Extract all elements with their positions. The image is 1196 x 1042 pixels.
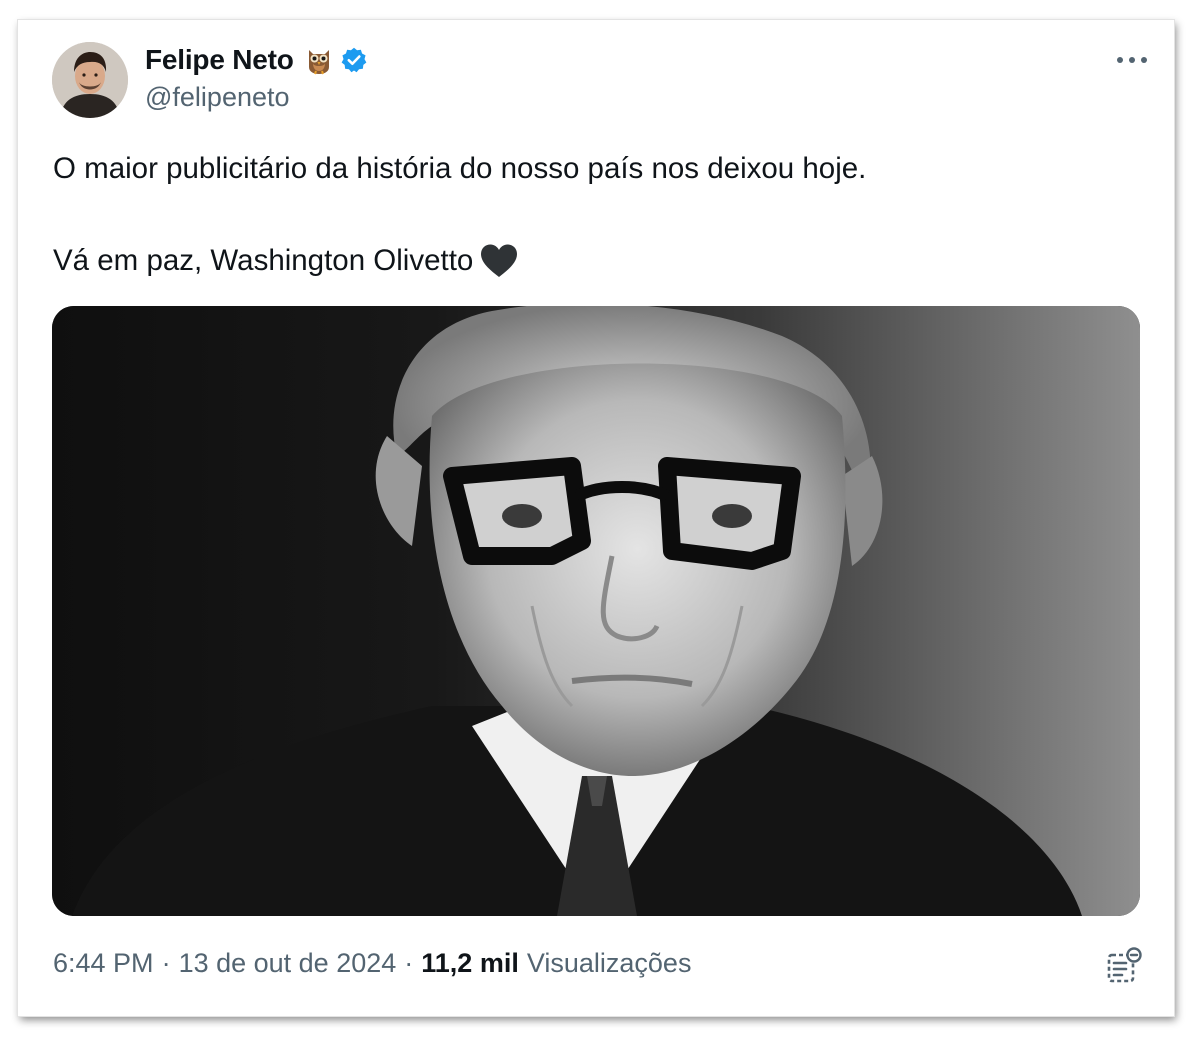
author-handle[interactable]: @felipeneto bbox=[145, 82, 290, 113]
avatar[interactable] bbox=[52, 42, 128, 118]
views-count: 11,2 mil bbox=[421, 948, 519, 978]
tweet-text-line-2: Vá em paz, Washington Olivetto bbox=[53, 238, 1133, 284]
tweet-photo[interactable] bbox=[52, 306, 1140, 916]
tweet-card: Felipe Neto @felipeneto O maior publicit… bbox=[18, 20, 1174, 1016]
tweet-text-line-1: O maior publicitário da história do noss… bbox=[53, 152, 867, 185]
tweet-time[interactable]: 6:44 PM bbox=[53, 948, 154, 979]
tweet-metadata: 6:44 PM · 13 de out de 2024 · 11,2 mil V… bbox=[53, 948, 691, 979]
post-analytics-icon bbox=[1107, 947, 1142, 983]
more-options-button[interactable] bbox=[1112, 46, 1152, 74]
meta-separator: · bbox=[161, 948, 171, 978]
tweet-date[interactable]: 13 de out de 2024 bbox=[179, 948, 397, 979]
author-display-name[interactable]: Felipe Neto bbox=[145, 44, 294, 76]
black-heart-icon bbox=[479, 243, 519, 279]
tweet-text: O maior publicitário da história do noss… bbox=[53, 146, 1133, 284]
more-dots-icon bbox=[1117, 57, 1147, 63]
owl-emoji-icon bbox=[304, 45, 334, 75]
tweet-text-line-2-text: Vá em paz, Washington Olivetto bbox=[53, 244, 474, 277]
author-name-row[interactable]: Felipe Neto bbox=[145, 42, 368, 78]
meta-separator: · bbox=[404, 948, 414, 978]
post-analytics-button[interactable] bbox=[1104, 946, 1144, 986]
views-label: Visualizações bbox=[526, 948, 692, 978]
verified-badge-icon[interactable] bbox=[340, 46, 368, 74]
